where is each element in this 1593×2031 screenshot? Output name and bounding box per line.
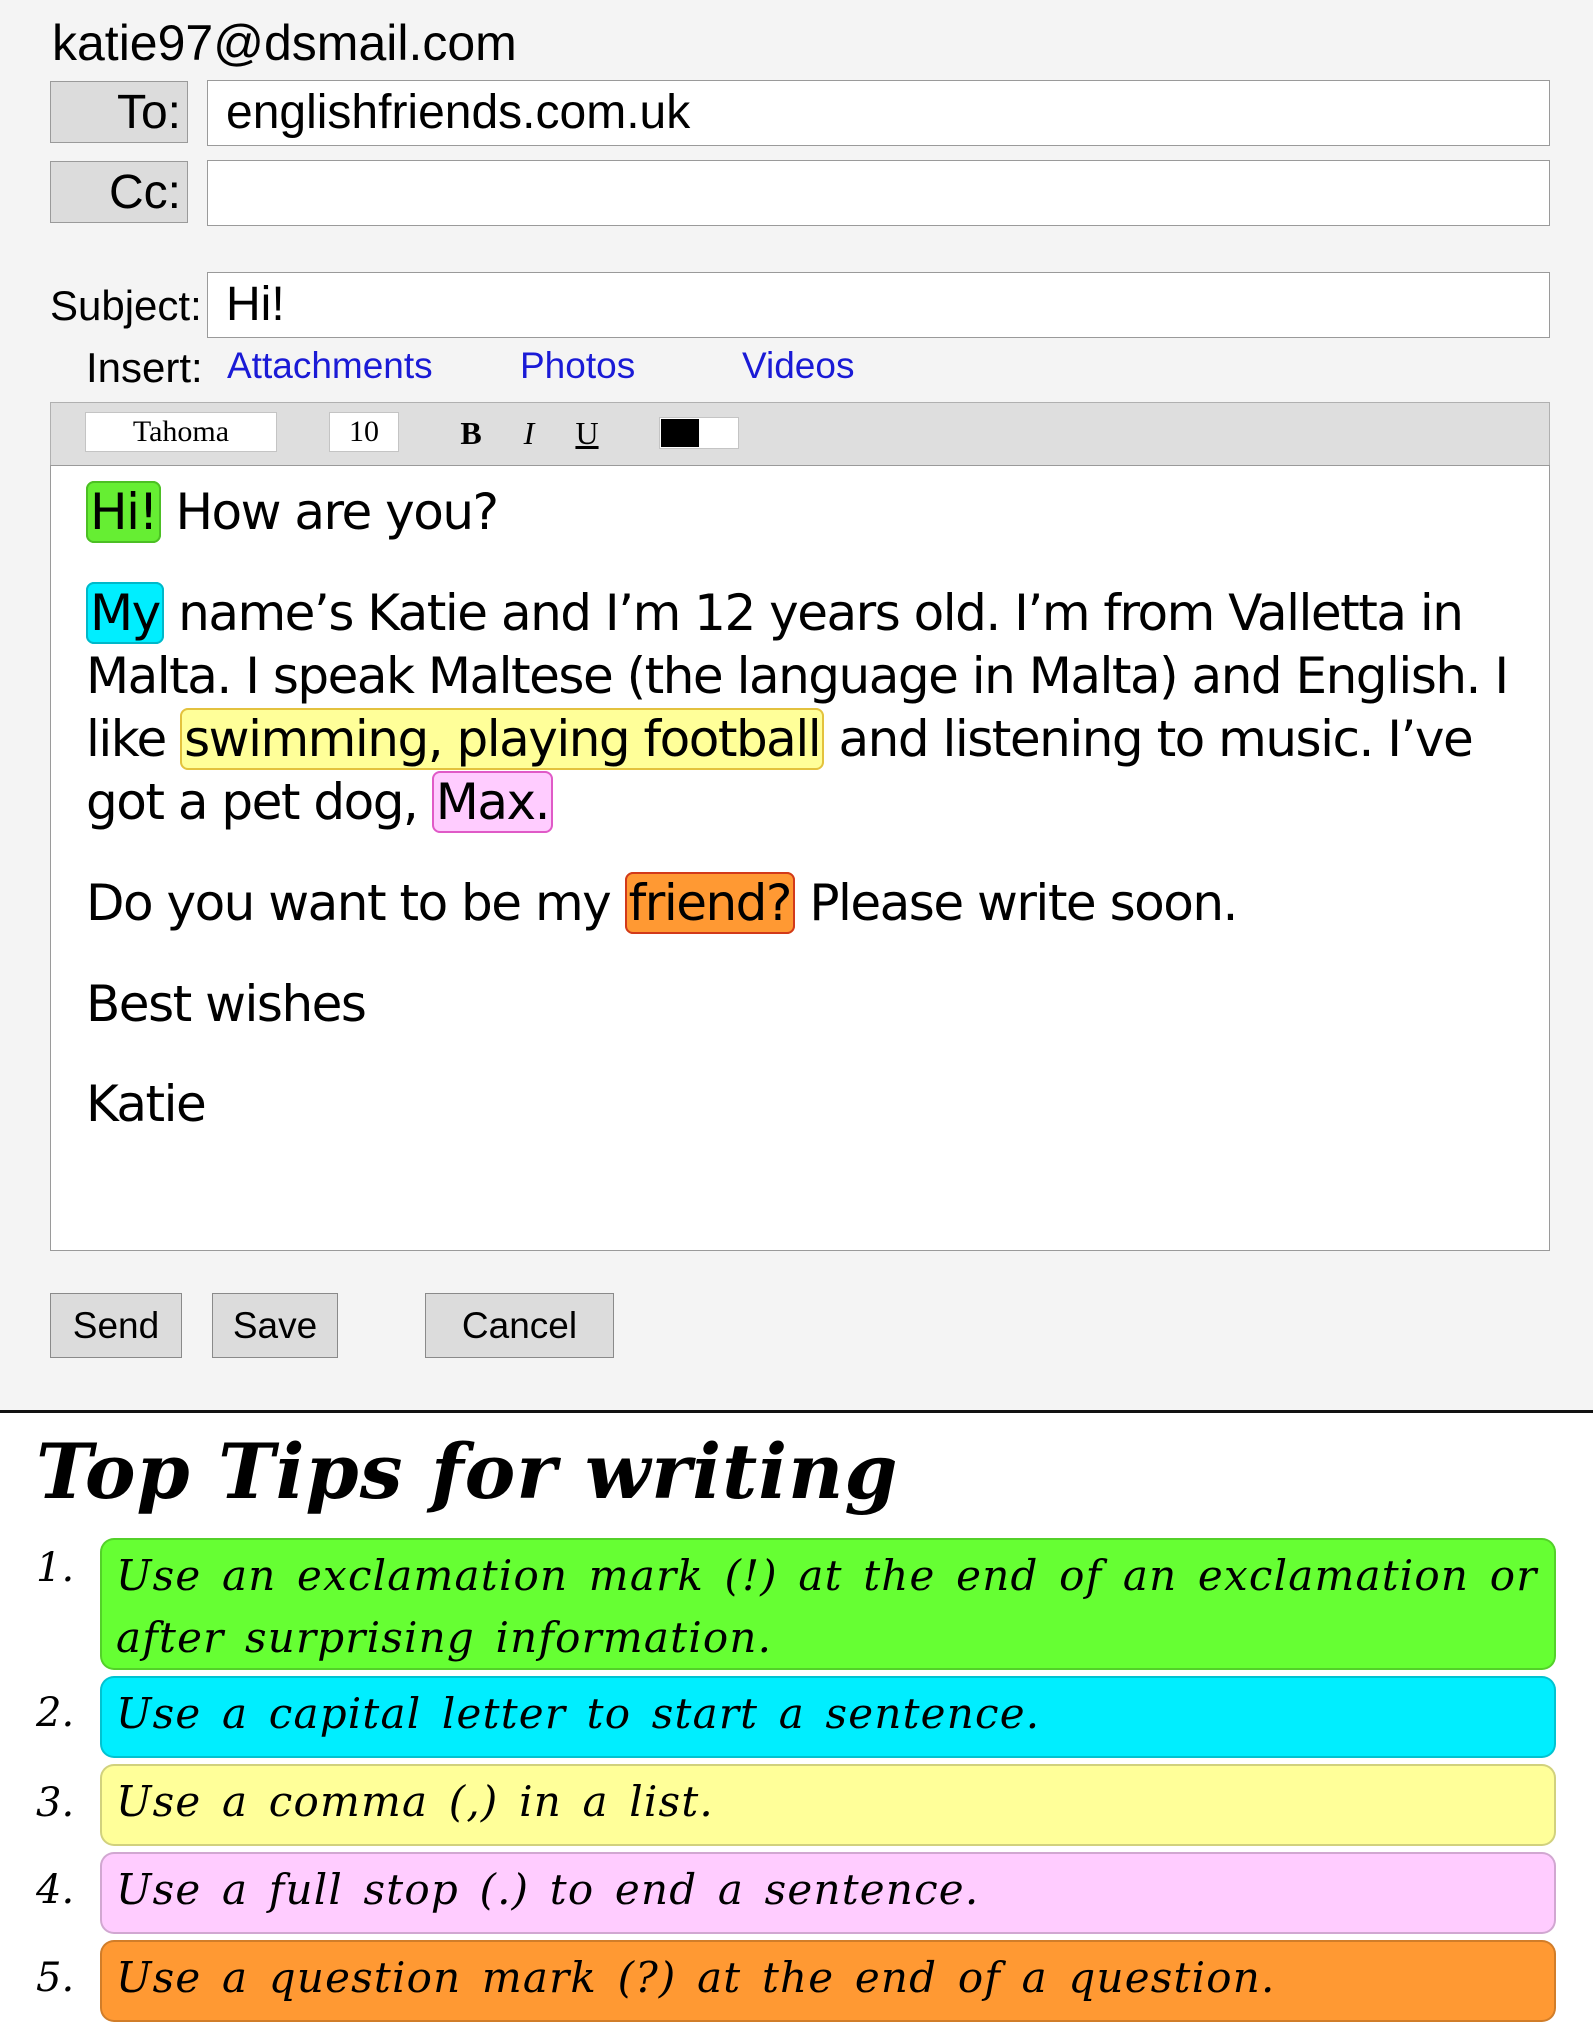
formatting-toolbar: Tahoma 10 B I U: [50, 402, 1550, 466]
to-button[interactable]: To:: [50, 81, 188, 143]
subject-label: Subject:: [50, 282, 202, 329]
tips-title: Top Tips for writing: [36, 1427, 899, 1516]
message-body[interactable]: Hi! How are you? My name’s Katie and I’m…: [50, 465, 1550, 1251]
text-color-picker[interactable]: [659, 417, 739, 449]
tip-number: 5.: [36, 1955, 75, 2001]
highlight-comma: swimming, playing football: [180, 708, 825, 770]
bold-button[interactable]: B: [453, 413, 489, 453]
subject-field[interactable]: Hi!: [207, 272, 1550, 338]
sender-address: katie97@dsmail.com: [52, 15, 517, 71]
text-color-swatch: [661, 419, 699, 447]
font-family-select[interactable]: Tahoma: [85, 412, 277, 452]
cc-field[interactable]: [207, 160, 1550, 226]
tip-number: 1.: [36, 1545, 75, 1591]
tip-number: 4.: [36, 1867, 75, 1913]
body-paragraph-greeting: Hi! How are you?: [86, 481, 1526, 544]
highlight-question-mark: friend?: [624, 872, 795, 934]
tip-item: Use a full stop (.) to end a sentence.: [100, 1852, 1556, 1934]
body-paragraph-question: Do you want to be my friend? Please writ…: [86, 872, 1238, 934]
email-compose-panel: katie97@dsmail.com To: englishfriends.co…: [0, 0, 1593, 1412]
highlight-capital: My: [86, 582, 164, 644]
underline-button[interactable]: U: [569, 413, 605, 453]
highlight-exclamation: Hi!: [86, 481, 162, 543]
font-size-select[interactable]: 10: [329, 412, 399, 452]
tip-item: Use a question mark (?) at the end of a …: [100, 1940, 1556, 2022]
tip-number: 3.: [36, 1780, 75, 1826]
insert-videos-link[interactable]: Videos: [742, 342, 854, 390]
tip-item: Use a capital letter to start a sentence…: [100, 1676, 1556, 1758]
cancel-button[interactable]: Cancel: [425, 1293, 614, 1358]
insert-photos-link[interactable]: Photos: [520, 342, 635, 390]
send-button[interactable]: Send: [50, 1293, 182, 1358]
to-field[interactable]: englishfriends.com.uk: [207, 80, 1550, 146]
section-divider: [0, 1410, 1593, 1413]
cc-button[interactable]: Cc:: [50, 161, 188, 223]
insert-label: Insert:: [86, 344, 203, 391]
tip-item: Use an exclamation mark (!) at the end o…: [100, 1538, 1556, 1670]
insert-attachments-link[interactable]: Attachments: [227, 342, 433, 390]
tip-number: 2.: [36, 1690, 75, 1736]
italic-button[interactable]: I: [511, 413, 547, 453]
save-button[interactable]: Save: [212, 1293, 338, 1358]
highlight-full-stop: Max.: [431, 771, 553, 833]
body-signoff: Best wishes: [86, 975, 367, 1033]
body-paragraph-intro: My name’s Katie and I’m 12 years old. I’…: [86, 582, 1509, 833]
body-signature: Katie: [86, 1075, 207, 1133]
tip-item: Use a comma (,) in a list.: [100, 1764, 1556, 1846]
